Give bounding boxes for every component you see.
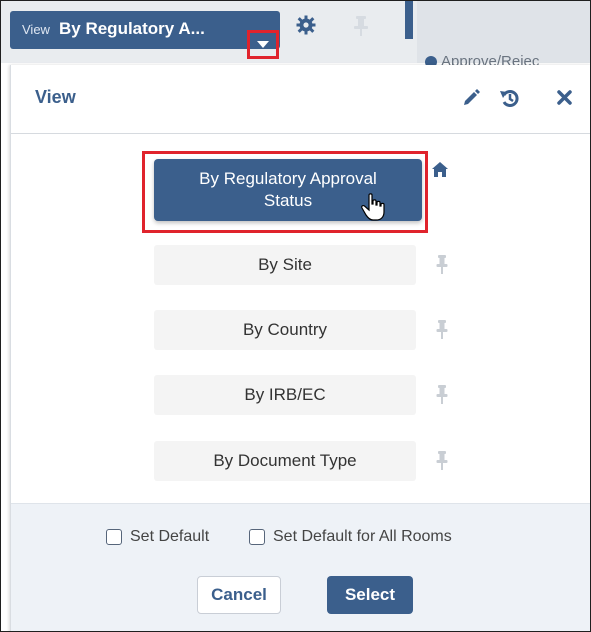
view-dropdown-toggle[interactable]: [247, 30, 279, 59]
select-button[interactable]: Select: [327, 576, 413, 614]
toolbar: Approve/Rejec View By Regulatory A...: [1, 1, 590, 70]
view-option-by-irb-ec[interactable]: By IRB/EC: [154, 375, 416, 415]
hand-cursor-icon: [361, 193, 385, 221]
modal-header: View: [11, 65, 590, 134]
view-selector-button[interactable]: View By Regulatory A...: [10, 11, 280, 59]
set-default-label: Set Default: [130, 528, 210, 545]
set-default-all-rooms-checkbox[interactable]: [249, 529, 265, 545]
pencil-icon[interactable]: [460, 87, 482, 109]
modal-title: View: [35, 87, 76, 107]
reset-icon[interactable]: [498, 87, 520, 109]
view-option-by-country[interactable]: By Country: [154, 310, 416, 350]
toolbar-divider: [405, 1, 413, 39]
modal-footer: Set Default Set Default for All Rooms Ca…: [11, 503, 590, 631]
pin-icon[interactable]: [351, 15, 371, 37]
view-option-by-site[interactable]: By Site: [154, 245, 416, 285]
pin-icon[interactable]: [436, 385, 448, 405]
set-default-all-rooms-label: Set Default for All Rooms: [273, 528, 452, 545]
view-prefix-label: View: [22, 22, 50, 37]
close-icon[interactable]: [554, 87, 576, 109]
cancel-button[interactable]: Cancel: [197, 576, 281, 614]
view-modal: View By Regulatory Approval Status By Si…: [10, 65, 590, 631]
view-current-value: By Regulatory A...: [59, 19, 205, 38]
pin-icon[interactable]: [436, 255, 448, 275]
set-default-checkbox[interactable]: [106, 529, 122, 545]
pin-icon[interactable]: [436, 320, 448, 340]
home-icon: [431, 161, 449, 179]
app-frame: Approve/Rejec View By Regulatory A... Vi…: [0, 0, 591, 632]
caret-down-icon: [257, 41, 269, 48]
view-option-by-document-type[interactable]: By Document Type: [154, 441, 416, 481]
pin-icon[interactable]: [436, 451, 448, 471]
gear-icon[interactable]: [296, 15, 316, 41]
